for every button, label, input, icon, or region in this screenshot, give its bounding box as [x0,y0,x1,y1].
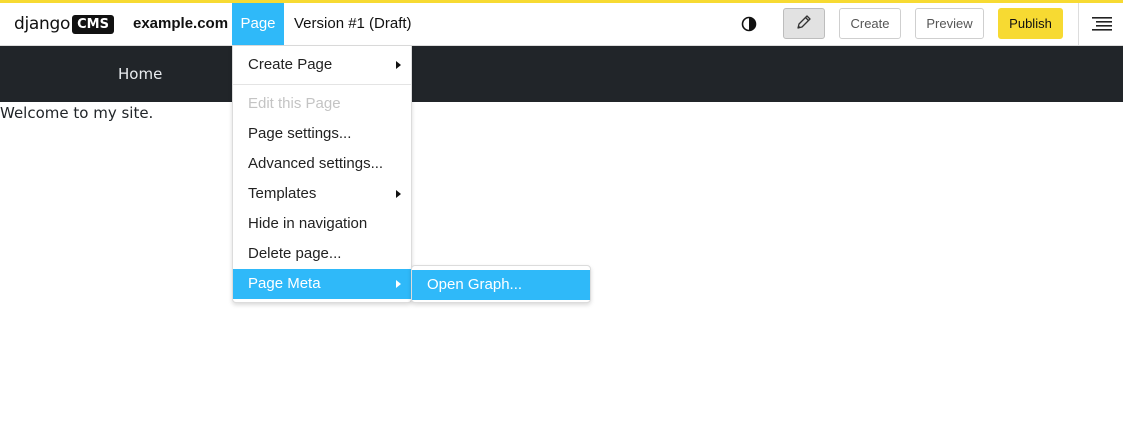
menu-item-label: Edit this Page [248,95,341,112]
preview-button[interactable]: Preview [915,8,984,39]
nav-item-home[interactable]: Home [118,46,162,102]
menu-item-open-graph[interactable]: Open Graph... [412,270,590,300]
contrast-icon[interactable] [740,15,758,33]
pencil-icon [795,13,813,35]
menu-item-templates[interactable]: Templates [233,179,411,209]
cms-toolbar: django CMS example.com Page Version #1 (… [0,0,1123,46]
page-meta-submenu: Open Graph... [411,265,591,303]
submenu-arrow-icon [396,61,401,69]
logo-box: CMS [72,14,114,34]
menu-separator [233,84,411,85]
menu-item-page-settings[interactable]: Page settings... [233,119,411,149]
submenu-arrow-icon [396,190,401,198]
menu-item-page-meta[interactable]: Page Meta [233,269,411,299]
menu-item-label: Open Graph... [427,276,523,293]
menu-item-hide-in-navigation[interactable]: Hide in navigation [233,209,411,239]
toolbar-divider [1078,3,1079,45]
version-menu[interactable]: Version #1 (Draft) [294,3,412,45]
menu-item-label: Templates [248,185,317,202]
menu-item-create-page[interactable]: Create Page [233,50,411,80]
page-menu[interactable]: Page [232,3,284,45]
django-cms-logo[interactable]: django CMS [14,13,114,35]
site-navbar: Home [0,46,1123,102]
create-button[interactable]: Create [839,8,901,39]
welcome-text: Welcome to my site. [0,104,154,122]
menu-item-label: Hide in navigation [248,215,368,232]
edit-mode-button[interactable] [783,8,825,39]
publish-button[interactable]: Publish [998,8,1063,39]
menu-item-label: Page settings... [248,125,352,142]
menu-item-delete-page[interactable]: Delete page... [233,239,411,269]
menu-item-edit-this-page: Edit this Page [233,89,411,119]
menu-item-label: Create Page [248,56,333,73]
site-menu[interactable]: example.com [133,3,228,45]
structure-icon[interactable] [1091,15,1113,33]
logo-word: django [14,14,71,34]
submenu-arrow-icon [396,280,401,288]
menu-item-label: Advanced settings... [248,155,384,172]
menu-item-label: Page Meta [248,275,321,292]
page-menu-dropdown: Create Page Edit this Page Page settings… [232,46,412,303]
menu-item-advanced-settings[interactable]: Advanced settings... [233,149,411,179]
menu-item-label: Delete page... [248,245,342,262]
